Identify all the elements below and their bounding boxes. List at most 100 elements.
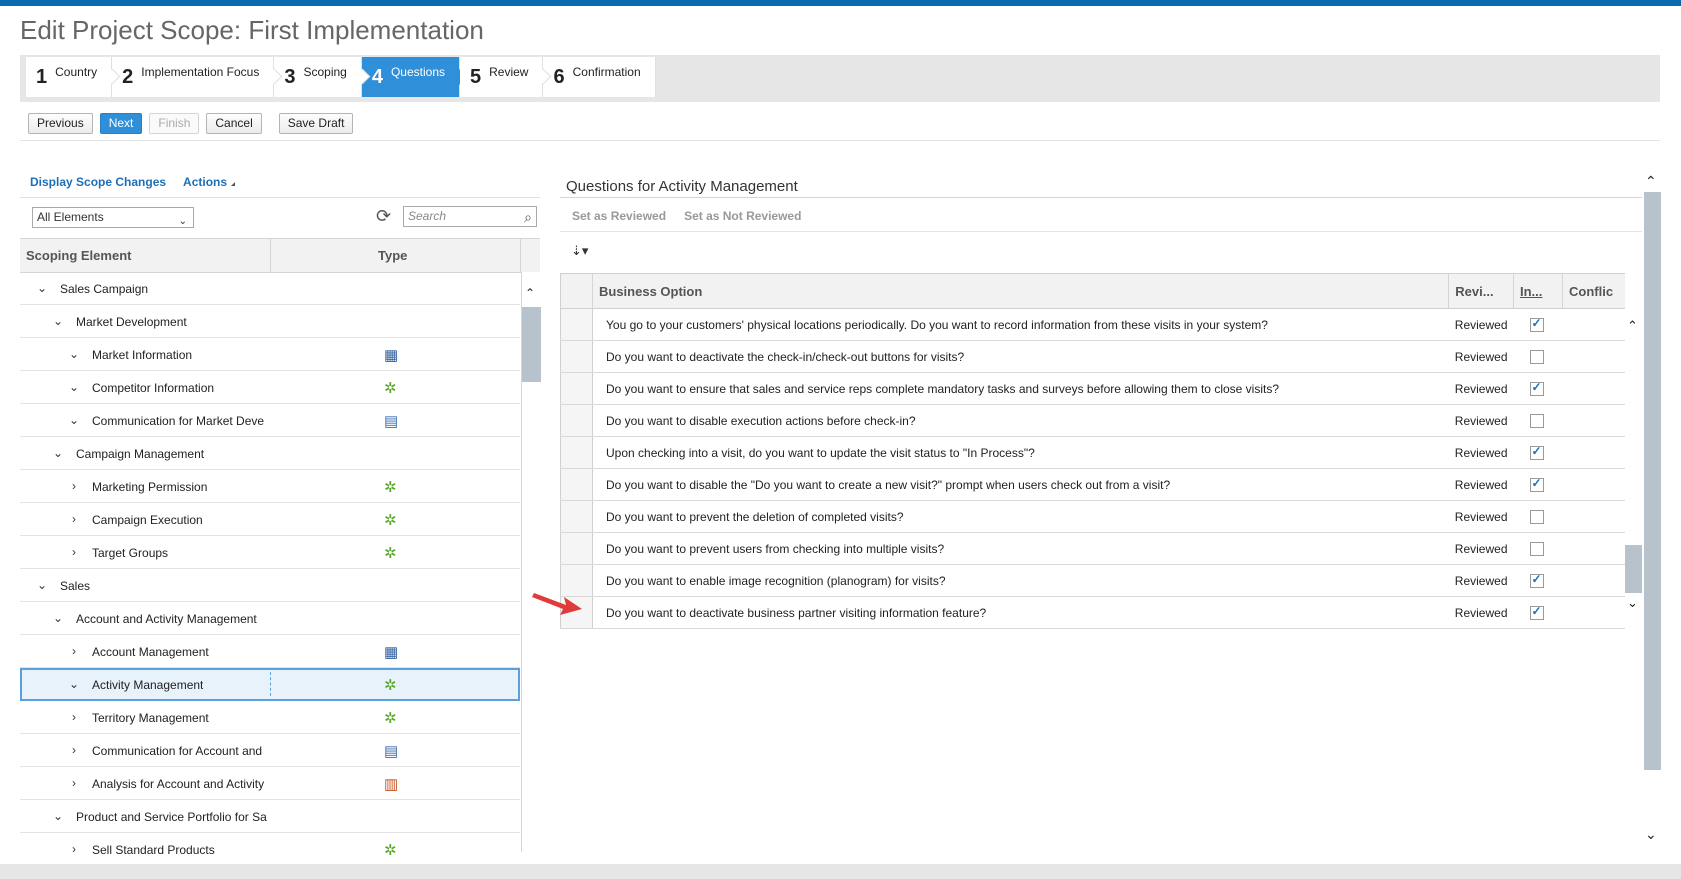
tree-row[interactable]: › Communication for Account and ▤ xyxy=(20,734,520,767)
wizard-step-implementation-focus[interactable]: 2 Implementation Focus xyxy=(112,57,275,97)
in-scope-checkbox[interactable] xyxy=(1529,541,1544,556)
row-selector-header[interactable] xyxy=(560,273,593,309)
collapse-chevron-icon[interactable]: ⌄ xyxy=(52,809,64,823)
row-selector[interactable] xyxy=(560,436,593,469)
col-in-scope[interactable]: In... xyxy=(1513,273,1563,309)
search-input[interactable]: Search ⌕ xyxy=(403,206,537,227)
collapse-chevron-icon[interactable]: ⌄ xyxy=(36,281,48,295)
wizard-step-scoping[interactable]: 3 Scoping xyxy=(274,57,362,97)
row-selector[interactable] xyxy=(560,468,593,501)
tree-row[interactable]: ⌄ Competitor Information ✲ xyxy=(20,371,520,404)
in-scope-checkbox[interactable] xyxy=(1529,413,1544,428)
expand-chevron-icon[interactable]: › xyxy=(68,479,80,493)
in-scope-checkbox[interactable] xyxy=(1529,476,1544,492)
expand-chevron-icon[interactable]: › xyxy=(68,842,80,856)
col-reviewed[interactable]: Revi... xyxy=(1448,273,1514,309)
row-selector[interactable] xyxy=(560,340,593,373)
expand-chevron-icon[interactable]: › xyxy=(68,545,80,559)
collapse-chevron-icon[interactable]: ⌄ xyxy=(52,314,64,328)
wizard-step-country[interactable]: 1 Country xyxy=(26,57,113,97)
table-row[interactable]: You go to your customers' physical locat… xyxy=(560,308,1625,341)
table-row[interactable]: Do you want to prevent users from checki… xyxy=(560,532,1625,565)
tree-row[interactable]: ⌄ Communication for Market Deve ▤ xyxy=(20,404,520,437)
collapse-chevron-icon[interactable]: ⌄ xyxy=(36,578,48,592)
tree-row[interactable]: ⌄ Market Information ▦ xyxy=(20,338,520,371)
table-row[interactable]: Do you want to enable image recognition … xyxy=(560,564,1625,597)
table-row[interactable]: Do you want to prevent the deletion of c… xyxy=(560,500,1625,533)
in-scope-checkbox[interactable] xyxy=(1529,380,1544,396)
tree-row[interactable]: ⌄ Account and Activity Management xyxy=(20,602,520,635)
scroll-down-icon[interactable]: ⌄ xyxy=(1627,595,1638,611)
row-selector[interactable] xyxy=(560,404,593,437)
refresh-icon[interactable]: ⟳ xyxy=(376,206,391,227)
tree-row[interactable]: › Territory Management ✲ xyxy=(20,701,520,734)
tree-row[interactable]: ⌄ Market Development xyxy=(20,305,520,338)
collapse-chevron-icon[interactable]: ⌄ xyxy=(52,611,64,625)
scroll-up-icon[interactable]: ⌃ xyxy=(1627,318,1638,334)
scroll-up-icon[interactable]: ⌃ xyxy=(525,286,535,300)
expand-chevron-icon[interactable]: › xyxy=(68,512,80,526)
col-scoping-element[interactable]: Scoping Element xyxy=(26,248,131,263)
table-scrollbar[interactable]: ⌃ ⌄ xyxy=(1625,305,1642,625)
tree-row[interactable]: › Sell Standard Products ✲ xyxy=(20,833,520,866)
actions-menu[interactable]: Actions xyxy=(183,175,235,189)
tree-row[interactable]: › Marketing Permission ✲ xyxy=(20,470,520,503)
tree-row[interactable]: ⌄ Sales Campaign xyxy=(20,272,520,305)
table-row[interactable]: Do you want to disable the "Do you want … xyxy=(560,468,1625,501)
tree-row[interactable]: › Analysis for Account and Activity ▥ xyxy=(20,767,520,800)
search-icon[interactable]: ⌕ xyxy=(524,208,532,227)
wizard-step-confirmation[interactable]: 6 Confirmation xyxy=(543,57,656,97)
table-row[interactable]: Do you want to deactivate the check-in/c… xyxy=(560,340,1625,373)
collapse-chevron-icon[interactable]: ⌄ xyxy=(68,347,80,361)
wizard-step-review[interactable]: 5 Review xyxy=(460,57,544,97)
display-scope-changes-link[interactable]: Display Scope Changes xyxy=(30,175,166,189)
expand-chevron-icon[interactable]: › xyxy=(68,776,80,790)
collapse-chevron-icon[interactable]: ⌄ xyxy=(68,413,80,427)
tree-row[interactable]: ⌄ Campaign Management xyxy=(20,437,520,470)
tree-row[interactable]: ⌄ Activity Management ✲ xyxy=(20,668,520,701)
cancel-button[interactable]: Cancel xyxy=(206,113,262,134)
row-selector[interactable] xyxy=(560,372,593,405)
scroll-down-icon[interactable]: ⌄ xyxy=(1645,826,1657,843)
row-selector[interactable] xyxy=(560,500,593,533)
tree-scrollbar[interactable]: ⌃ xyxy=(521,272,541,852)
in-scope-checkbox[interactable] xyxy=(1529,604,1544,620)
scrollbar-thumb[interactable] xyxy=(1625,545,1642,593)
col-type[interactable]: Type xyxy=(378,248,407,263)
tree-row[interactable]: › Target Groups ✲ xyxy=(20,536,520,569)
element-filter-select[interactable]: All Elements ⌄ xyxy=(32,207,194,228)
col-conflict[interactable]: Conflic xyxy=(1562,273,1625,309)
scrollbar-thumb[interactable] xyxy=(522,307,541,382)
row-selector[interactable] xyxy=(560,308,593,341)
page-scrollbar[interactable] xyxy=(1644,192,1661,770)
tree-row[interactable]: ⌄ Sales xyxy=(20,569,520,602)
wizard-step-questions[interactable]: 4 Questions xyxy=(361,57,468,97)
set-as-not-reviewed-button[interactable]: Set as Not Reviewed xyxy=(684,209,801,223)
in-scope-checkbox[interactable] xyxy=(1529,572,1544,588)
collapse-chevron-icon[interactable]: ⌄ xyxy=(68,380,80,394)
next-button[interactable]: Next xyxy=(99,113,143,134)
table-row[interactable]: Do you want to deactivate business partn… xyxy=(560,596,1625,629)
tree-row[interactable]: › Campaign Execution ✲ xyxy=(20,503,520,536)
tree-row[interactable]: › Account Management ▦ xyxy=(20,635,520,668)
sort-icon[interactable]: ⇣▾ xyxy=(571,243,588,259)
collapse-chevron-icon[interactable]: ⌄ xyxy=(68,677,80,691)
expand-chevron-icon[interactable]: › xyxy=(68,743,80,757)
in-scope-checkbox[interactable] xyxy=(1529,349,1544,364)
set-as-reviewed-button[interactable]: Set as Reviewed xyxy=(572,209,666,223)
table-row[interactable]: Do you want to ensure that sales and ser… xyxy=(560,372,1625,405)
in-scope-checkbox[interactable] xyxy=(1529,316,1544,332)
table-row[interactable]: Do you want to disable execution actions… xyxy=(560,404,1625,437)
expand-chevron-icon[interactable]: › xyxy=(68,710,80,724)
tree-row[interactable]: ⌄ Product and Service Portfolio for Sa xyxy=(20,800,520,833)
col-business-option[interactable]: Business Option xyxy=(591,273,1449,309)
expand-chevron-icon[interactable]: › xyxy=(68,644,80,658)
in-scope-checkbox[interactable] xyxy=(1529,509,1544,524)
in-scope-checkbox[interactable] xyxy=(1529,444,1544,460)
collapse-chevron-icon[interactable]: ⌄ xyxy=(52,446,64,460)
previous-button[interactable]: Previous xyxy=(28,113,93,134)
save-draft-button[interactable]: Save Draft xyxy=(278,113,354,134)
table-row[interactable]: Upon checking into a visit, do you want … xyxy=(560,436,1625,469)
row-selector[interactable] xyxy=(560,532,593,565)
scroll-up-icon[interactable]: ⌃ xyxy=(1645,173,1657,190)
